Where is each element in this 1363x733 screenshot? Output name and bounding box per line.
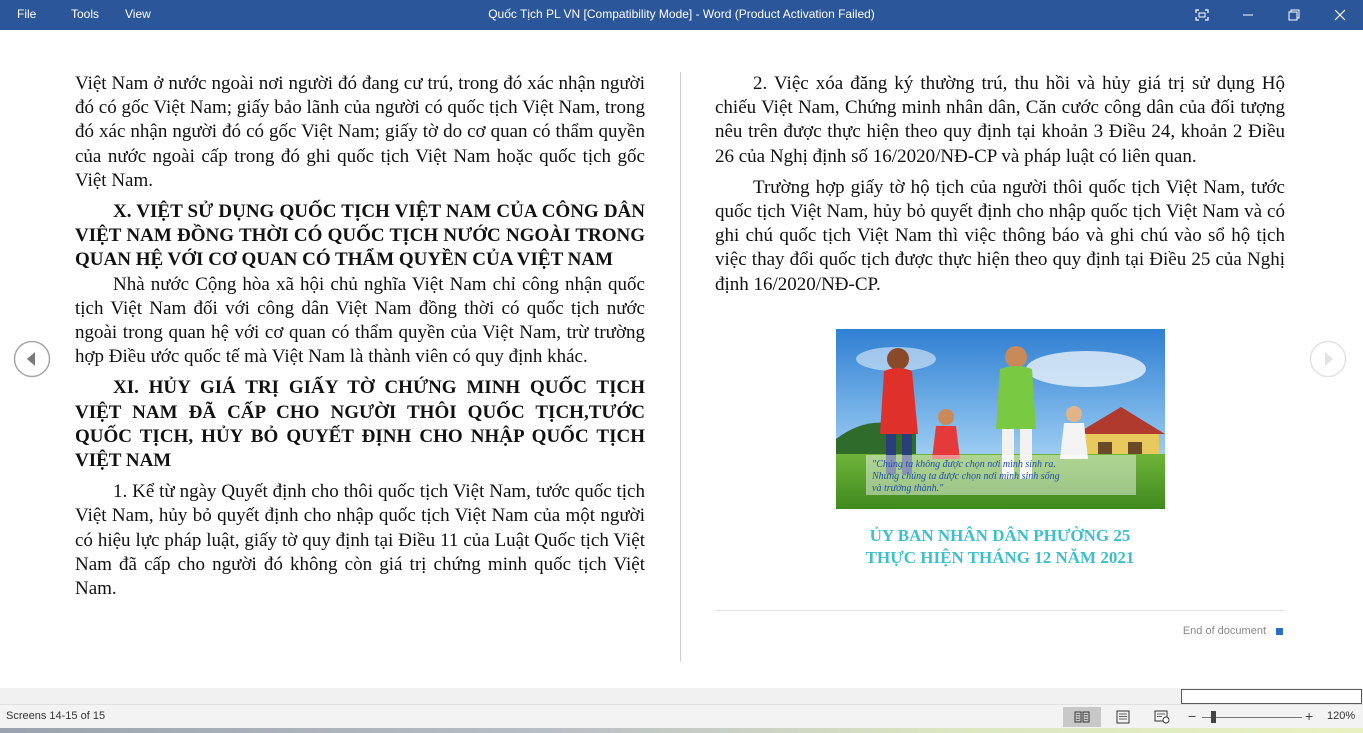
minimize-icon	[1243, 14, 1253, 16]
paragraph: 1. Kể từ ngày Quyết định cho thôi quốc t…	[75, 481, 645, 600]
photo-quote-line: "Chúng ta không được chọn nơi mình sinh …	[872, 459, 1056, 470]
taskbar-edge	[0, 728, 1363, 733]
family-photo: "Chúng ta không được chọn nơi mình sinh …	[836, 329, 1165, 509]
chevron-right-circle-icon	[1309, 340, 1347, 378]
section-heading-x: X. VIỆT SỬ DỤNG QUỐC TỊCH VIỆT NAM CỦA C…	[75, 201, 645, 271]
zoom-slider-thumb[interactable]	[1211, 711, 1216, 723]
minimize-button[interactable]	[1225, 0, 1271, 30]
window-title: Quốc Tịch PL VN [Compatibility Mode] - W…	[488, 7, 875, 21]
page-divider	[680, 72, 681, 662]
paragraph: Việt Nam ở nước ngoài nơi người đó đang …	[75, 73, 645, 191]
print-layout-icon	[1116, 710, 1130, 724]
zoom-slider[interactable]	[1202, 717, 1302, 718]
web-layout-icon	[1154, 710, 1170, 724]
close-button[interactable]	[1317, 0, 1363, 30]
right-page: 2. Việc xóa đăng ký thường trú, thu hồi …	[715, 72, 1285, 297]
zoom-in-button[interactable]: +	[1305, 708, 1313, 724]
chevron-left-circle-icon	[13, 340, 51, 378]
read-mode-button[interactable]	[1063, 707, 1101, 727]
end-divider	[715, 610, 1285, 611]
restore-icon	[1288, 9, 1300, 21]
next-screen-button[interactable]	[1309, 340, 1347, 378]
previous-screen-button[interactable]	[13, 340, 51, 378]
focus-mode-icon	[1195, 9, 1209, 21]
section-heading-xi: XI. HỦY GIÁ TRỊ GIẤY TỜ CHỨNG MINH QUỐC …	[75, 377, 645, 472]
photo-quote-line: và trưởng thành."	[872, 483, 944, 494]
title-bar: File Tools View Quốc Tịch PL VN [Compati…	[0, 0, 1363, 30]
end-of-document-label: End of document	[1182, 625, 1266, 637]
web-layout-button[interactable]	[1143, 707, 1181, 727]
horizontal-scroll-area	[0, 688, 1363, 704]
left-page: Việt Nam ở nước ngoài nơi người đó đang …	[75, 72, 645, 601]
horizontal-scrollbar[interactable]	[1181, 689, 1362, 704]
caption-line-1: ỦY BAN NHÂN DÂN PHƯỜNG 25	[869, 526, 1131, 545]
focus-mode-button[interactable]	[1179, 0, 1225, 30]
paragraph: Trường hợp giấy tờ hộ tịch của người thô…	[715, 176, 1285, 295]
close-icon	[1334, 9, 1346, 21]
zoom-level[interactable]: 120%	[1327, 710, 1355, 722]
screen-counter: Screens 14-15 of 15	[6, 710, 106, 722]
print-layout-button[interactable]	[1104, 707, 1142, 727]
end-marker-icon	[1276, 628, 1283, 635]
read-mode-icon	[1074, 711, 1090, 723]
status-bar: Screens 14-15 of 15 − + 120%	[0, 704, 1363, 728]
paragraph: Nhà nước Cộng hòa xã hội chủ nghĩa Việt …	[75, 273, 645, 368]
zoom-out-button[interactable]: −	[1188, 708, 1196, 724]
caption-line-2: THỰC HIỆN THÁNG 12 NĂM 2021	[865, 548, 1135, 567]
paragraph: 2. Việc xóa đăng ký thường trú, thu hồi …	[715, 73, 1285, 167]
photo-quote-line: Nhưng chúng ta được chọn nơi mình sinh s…	[871, 471, 1060, 482]
restore-button[interactable]	[1271, 0, 1317, 30]
